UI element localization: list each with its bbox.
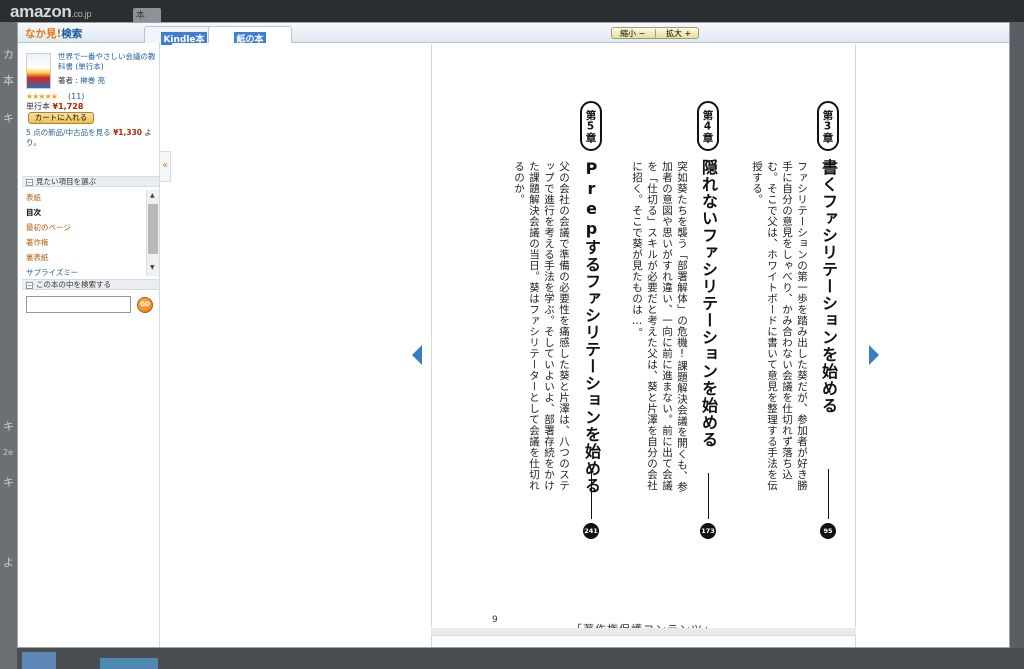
author-link[interactable]: 榊巻 亮 bbox=[80, 76, 105, 85]
chapter-rule bbox=[591, 469, 592, 519]
chapter-badge: 第3章 bbox=[817, 101, 839, 151]
background-right-edge bbox=[1010, 22, 1024, 669]
look-inside-brand: なか見!検索 bbox=[25, 28, 83, 40]
next-book-page bbox=[431, 635, 856, 647]
chapter-summary: 突如葵たちを襲う「部署解体」の危機!課題解決会議を開くも、参加者の意図や思いがす… bbox=[631, 161, 688, 493]
toc-scrollbar[interactable]: ▲ ▼ bbox=[146, 190, 159, 276]
chapter-rule bbox=[828, 469, 829, 519]
background-book-thumbnail bbox=[100, 658, 158, 669]
chapter-summary: ファシリテーションの第一歩を踏み出した葵だが、参加者が好き勝手に自分の意見をしゃ… bbox=[751, 161, 808, 491]
background-book-thumbnail bbox=[22, 652, 56, 669]
viewer-sidebar: 世界で一番やさしい会議の教科書 (単行本) 著者 : 榊巻 亮 ★★★★★ (1… bbox=[18, 43, 160, 647]
page-number: 9 bbox=[492, 615, 498, 625]
chapter-page-number: 95 bbox=[820, 523, 836, 539]
search-section-header[interactable]: − この本の中を検索する bbox=[22, 279, 159, 290]
add-to-cart-button[interactable]: カートに入れる bbox=[28, 112, 94, 124]
chapter-title: 隠れないファシリテーションを始める bbox=[699, 159, 718, 448]
collapse-minus-icon[interactable]: − bbox=[26, 282, 33, 289]
price: ¥1,728 bbox=[52, 102, 84, 111]
toc-item-cover[interactable]: 表紙 bbox=[22, 190, 146, 205]
look-inside-viewer: なか見!検索 Kindle本 紙の本 縮小 − 拡大 + 世界で一番やさしい会議… bbox=[17, 22, 1010, 648]
chapter-entry: 第4章 隠れないファシリテーションを始める 173 突如葵たちを襲う「部署解体」… bbox=[627, 101, 737, 557]
toc-section-header[interactable]: − 見たい項目を選ぶ bbox=[22, 176, 159, 187]
format-price: 単行本 ¥1,728 bbox=[26, 102, 84, 111]
search-inside-input[interactable] bbox=[26, 296, 131, 313]
chapter-badge: 第4章 bbox=[697, 101, 719, 151]
chapter-rule bbox=[708, 473, 709, 519]
chapter-page-number: 241 bbox=[583, 523, 599, 539]
background-glyph: キ bbox=[3, 112, 14, 125]
page-gap bbox=[431, 628, 856, 635]
chapter-entry: 第5章 Prepするファシリテーションを始める 241 父の会社の会議で準備の必… bbox=[489, 101, 602, 557]
background-glyph: 本 bbox=[3, 74, 14, 87]
chapter-entry: 第3章 書くファシリテーションを始める 95 ファシリテーションの第一歩を踏み出… bbox=[747, 101, 857, 557]
background-glyph: カ bbox=[3, 48, 14, 61]
background-glyph: よ bbox=[3, 556, 14, 569]
book-title-link[interactable]: 世界で一番やさしい会議の教科書 (単行本) bbox=[58, 52, 158, 72]
background-left-column: カ 本 キ キ 2e キ よ bbox=[0, 22, 17, 669]
scroll-thumb[interactable] bbox=[148, 204, 158, 254]
amazon-logo: amazon.co.jp bbox=[10, 2, 92, 21]
chapter-page-number: 173 bbox=[700, 523, 716, 539]
chapter-badge: 第5章 bbox=[580, 101, 602, 151]
zoom-out-button[interactable]: 縮小 − bbox=[620, 28, 645, 39]
background-glyph: キ bbox=[3, 420, 14, 433]
offers-link[interactable]: 5 点の新品/中古品を見る ¥1,330 より。 bbox=[26, 128, 158, 148]
reading-area: 第3章 書くファシリテーションを始める 95 ファシリテーションの第一歩を踏み出… bbox=[172, 43, 1009, 647]
next-page-icon[interactable] bbox=[869, 345, 879, 365]
scroll-down-icon[interactable]: ▼ bbox=[150, 264, 155, 271]
book-cover-thumbnail[interactable] bbox=[26, 53, 51, 89]
scroll-up-icon[interactable]: ▲ bbox=[150, 192, 155, 199]
background-bottom bbox=[17, 648, 1024, 669]
toc-list: 表紙 目次 最初のページ 著作権 裏表紙 サプライズミー bbox=[22, 190, 146, 276]
toc-item-first-page[interactable]: 最初のページ bbox=[22, 220, 146, 235]
viewer-toolbar: なか見!検索 Kindle本 紙の本 縮小 − 拡大 + bbox=[18, 23, 1009, 45]
background-header: amazon.co.jp 本 bbox=[0, 0, 1024, 24]
zoom-controls: 縮小 − 拡大 + bbox=[611, 27, 699, 39]
chapter-summary: 父の会社の会議で準備の必要性を痛感した葵と片澤は、八つのステップで進行を考える手… bbox=[513, 161, 570, 491]
zoom-in-button[interactable]: 拡大 + bbox=[666, 28, 691, 39]
sidebar-collapse-icon[interactable]: « bbox=[160, 151, 171, 182]
chapter-title: Prepするファシリテーションを始める bbox=[582, 159, 601, 494]
star-rating-icon: ★★★★★ bbox=[26, 92, 58, 101]
toc-item-back-cover[interactable]: 裏表紙 bbox=[22, 250, 146, 265]
background-glyph: 2e bbox=[3, 448, 14, 457]
tab-paper-book[interactable]: 紙の本 bbox=[208, 26, 292, 45]
go-button[interactable]: GO bbox=[137, 297, 153, 313]
chapter-title: 書くファシリテーションを始める bbox=[819, 159, 838, 414]
book-page: 第3章 書くファシリテーションを始める 95 ファシリテーションの第一歩を踏み出… bbox=[431, 44, 857, 636]
zoom-divider bbox=[655, 29, 656, 38]
collapse-minus-icon[interactable]: − bbox=[26, 179, 33, 186]
toc-item-copyright[interactable]: 著作権 bbox=[22, 235, 146, 250]
toc-item-contents[interactable]: 目次 bbox=[22, 205, 146, 220]
review-count-link[interactable]: (11) bbox=[68, 92, 84, 101]
previous-page-icon[interactable] bbox=[412, 345, 422, 365]
book-author-line: 著者 : 榊巻 亮 bbox=[58, 76, 106, 85]
toc-item-surprise-me[interactable]: サプライズミー bbox=[22, 265, 146, 276]
background-glyph: キ bbox=[3, 476, 14, 489]
